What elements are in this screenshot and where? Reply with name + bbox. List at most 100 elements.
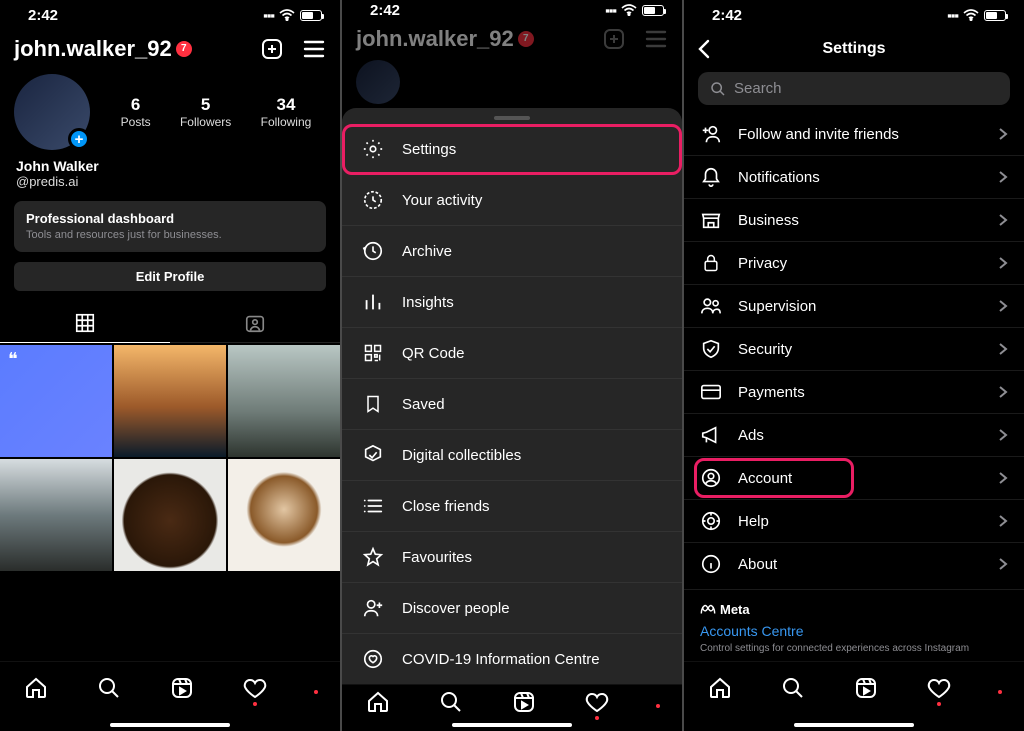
tab-grid[interactable]	[0, 303, 170, 343]
signal-icon: ▪▪▪	[947, 8, 958, 23]
stat-followers[interactable]: 5 Followers	[180, 95, 231, 129]
nav-activity-icon[interactable]	[927, 676, 951, 700]
nav-activity-icon[interactable]	[585, 690, 609, 714]
nav-home-icon[interactable]	[708, 676, 732, 700]
post-thumbnail[interactable]	[228, 345, 340, 457]
settings-about[interactable]: About	[684, 542, 1024, 585]
nav-search-icon[interactable]	[439, 690, 463, 714]
bookmark-icon	[362, 393, 384, 415]
nav-reels-icon[interactable]	[854, 676, 878, 700]
notification-badge: 7	[518, 31, 534, 47]
menu-discover-people[interactable]: Discover people	[342, 583, 682, 634]
page-title: Settings	[822, 40, 885, 58]
chevron-right-icon	[998, 385, 1008, 399]
menu-item-label: Digital collectibles	[402, 447, 521, 464]
activity-icon	[362, 189, 384, 211]
status-bar: 2:42 ▪▪▪	[342, 0, 682, 20]
menu-item-label: Insights	[402, 294, 454, 311]
people-icon	[700, 295, 722, 317]
post-thumbnail[interactable]	[114, 459, 226, 571]
settings-item-label: Security	[738, 341, 792, 358]
settings-header: Settings	[684, 30, 1024, 68]
profile-username[interactable]: john.walker_92	[14, 36, 172, 62]
settings-payments[interactable]: Payments	[684, 370, 1024, 413]
menu-item-label: Archive	[402, 243, 452, 260]
menu-insights[interactable]: Insights	[342, 277, 682, 328]
edit-profile-button[interactable]: Edit Profile	[14, 262, 326, 291]
chevron-right-icon	[998, 256, 1008, 270]
settings-screen: 2:42 ▪▪▪ Settings Search Follow and invi…	[684, 0, 1024, 731]
menu-archive[interactable]: Archive	[342, 226, 682, 277]
add-person-icon	[700, 123, 722, 145]
settings-notifications[interactable]: Notifications	[684, 155, 1024, 198]
settings-supervision[interactable]: Supervision	[684, 284, 1024, 327]
nav-home-icon[interactable]	[366, 690, 390, 714]
status-bar: 2:42 ▪▪▪	[0, 0, 340, 30]
signal-icon: ▪▪▪	[605, 3, 616, 18]
profile-username: john.walker_92	[356, 26, 514, 52]
search-icon	[710, 81, 726, 97]
tab-tagged[interactable]	[170, 303, 340, 343]
settings-follow-invite[interactable]: Follow and invite friends	[684, 113, 1024, 155]
hamburger-menu-icon[interactable]	[302, 39, 326, 59]
settings-privacy[interactable]: Privacy	[684, 241, 1024, 284]
nav-home-icon[interactable]	[24, 676, 48, 700]
post-thumbnail[interactable]	[0, 345, 112, 457]
battery-icon	[984, 10, 1006, 21]
profile-screen: 2:42 ▪▪▪ john.walker_92 7	[0, 0, 340, 731]
bottom-nav	[0, 661, 340, 713]
profile-stats-row: + 6 Posts 5 Followers 34 Following	[0, 66, 340, 154]
post-thumbnail[interactable]	[228, 459, 340, 571]
hamburger-menu-icon	[644, 29, 668, 49]
nav-activity-icon[interactable]	[243, 676, 267, 700]
nav-search-icon[interactable]	[97, 676, 121, 700]
menu-digital-collectibles[interactable]: Digital collectibles	[342, 430, 682, 481]
chevron-right-icon	[998, 428, 1008, 442]
stat-following[interactable]: 34 Following	[261, 95, 312, 129]
info-icon	[700, 553, 722, 575]
professional-dashboard-card[interactable]: Professional dashboard Tools and resourc…	[14, 201, 326, 252]
chevron-right-icon	[998, 471, 1008, 485]
nav-reels-icon[interactable]	[170, 676, 194, 700]
settings-item-label: Business	[738, 212, 799, 229]
profile-avatar[interactable]: +	[14, 74, 90, 150]
settings-business[interactable]: Business	[684, 198, 1024, 241]
nav-reels-icon[interactable]	[512, 690, 536, 714]
create-post-icon[interactable]	[260, 37, 284, 61]
bell-icon	[700, 166, 722, 188]
menu-qr-code[interactable]: QR Code	[342, 328, 682, 379]
menu-covid-info[interactable]: COVID-19 Information Centre	[342, 634, 682, 684]
menu-close-friends[interactable]: Close friends	[342, 481, 682, 532]
stat-posts[interactable]: 6 Posts	[121, 95, 151, 129]
settings-ads[interactable]: Ads	[684, 413, 1024, 456]
settings-item-label: Payments	[738, 384, 805, 401]
profile-handle[interactable]: @predis.ai	[16, 174, 324, 189]
insights-icon	[362, 291, 384, 313]
settings-security[interactable]: Security	[684, 327, 1024, 370]
settings-search-input[interactable]: Search	[698, 72, 1010, 105]
profile-tabs	[0, 303, 340, 343]
add-story-icon[interactable]: +	[68, 128, 90, 150]
menu-your-activity[interactable]: Your activity	[342, 175, 682, 226]
accounts-centre-link[interactable]: Accounts Centre	[700, 623, 1008, 639]
battery-icon	[642, 5, 664, 16]
home-indicator	[684, 713, 1024, 731]
post-thumbnail[interactable]	[0, 459, 112, 571]
status-time: 2:42	[28, 7, 58, 24]
settings-item-label: Supervision	[738, 298, 816, 315]
settings-account[interactable]: Account	[684, 456, 1024, 499]
settings-item-label: Follow and invite friends	[738, 126, 899, 143]
meta-section: Meta Accounts Centre Control settings fo…	[684, 589, 1024, 654]
post-thumbnail[interactable]	[114, 345, 226, 457]
back-icon[interactable]	[696, 39, 712, 59]
nav-search-icon[interactable]	[781, 676, 805, 700]
sheet-grabber[interactable]	[494, 116, 530, 120]
menu-item-label: Your activity	[402, 192, 482, 209]
menu-settings[interactable]: Settings	[342, 124, 682, 175]
account-icon	[700, 467, 722, 489]
settings-help[interactable]: Help	[684, 499, 1024, 542]
menu-favourites[interactable]: Favourites	[342, 532, 682, 583]
gear-icon	[362, 138, 384, 160]
menu-saved[interactable]: Saved	[342, 379, 682, 430]
profile-header-dimmed: john.walker_92 7	[342, 20, 682, 56]
